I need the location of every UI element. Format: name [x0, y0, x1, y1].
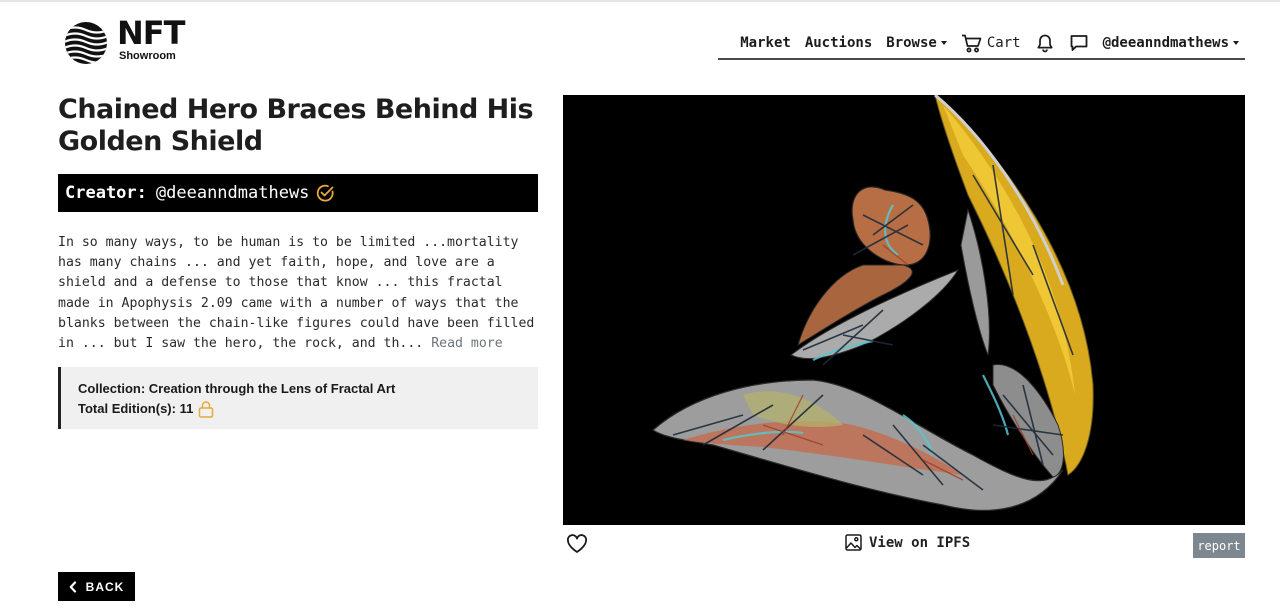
brand-name: NFT — [117, 14, 185, 52]
creator-bar: Creator: @deeanndmathews — [58, 174, 538, 212]
top-border — [0, 0, 1280, 2]
report-button[interactable]: report — [1193, 533, 1245, 558]
nav-auctions[interactable]: Auctions — [805, 35, 872, 51]
edition-count: Total Edition(s): 11 — [78, 399, 538, 419]
nav-market-label: Market — [740, 35, 791, 51]
user-menu-label: @deeanndmathews — [1102, 35, 1229, 51]
back-button[interactable]: BACK — [58, 572, 135, 601]
artwork-image[interactable] — [563, 95, 1245, 525]
read-more-link[interactable]: Read more — [431, 336, 502, 351]
bell-icon — [1037, 34, 1053, 53]
creator-link[interactable]: @deeanndmathews — [156, 183, 310, 203]
nav-cart-label: Cart — [986, 35, 1021, 51]
nav-browse-dropdown[interactable]: Browse — [886, 35, 947, 51]
collection-text: Collection: Creation through the Lens of… — [78, 381, 396, 396]
messages-button[interactable] — [1069, 33, 1089, 53]
nav-market[interactable]: Market — [740, 35, 791, 51]
caret-down-icon — [940, 41, 947, 45]
collection-info: Collection: Creation through the Lens of… — [58, 367, 538, 429]
fractal-artwork — [563, 95, 1245, 525]
creator-label: Creator: — [65, 183, 147, 203]
nav-auctions-label: Auctions — [804, 35, 873, 51]
heart-icon[interactable] — [566, 534, 588, 554]
main-nav: Market Auctions Browse Cart @deeanndmath… — [718, 28, 1245, 60]
artwork-description: In so many ways, to be human is to be li… — [58, 233, 540, 354]
brand-tagline: Showroom — [119, 50, 176, 62]
verified-check-icon — [317, 184, 334, 202]
wave-globe-icon — [65, 22, 107, 64]
chat-icon — [1070, 35, 1087, 51]
edition-text: Total Edition(s): 11 — [78, 401, 194, 416]
lock-icon — [199, 401, 214, 418]
back-label: BACK — [85, 579, 125, 594]
description-text: In so many ways, to be human is to be li… — [58, 235, 535, 352]
nav-browse-label: Browse — [886, 35, 937, 51]
user-menu-dropdown[interactable]: @deeanndmathews — [1103, 35, 1239, 51]
collection-name: Collection: Creation through the Lens of… — [78, 379, 538, 399]
view-on-ipfs-label: View on IPFS — [869, 534, 971, 551]
chevron-left-icon — [69, 580, 76, 593]
view-on-ipfs-link[interactable]: View on IPFS — [845, 534, 970, 551]
caret-down-icon — [1233, 41, 1239, 45]
artwork-title: Chained Hero Braces Behind His Golden Sh… — [58, 94, 534, 157]
cart-icon — [961, 34, 982, 52]
site-logo[interactable]: NFT Showroom — [64, 14, 204, 66]
notifications-button[interactable] — [1035, 33, 1055, 53]
nav-cart[interactable]: Cart — [961, 34, 1021, 53]
image-icon — [845, 534, 862, 551]
